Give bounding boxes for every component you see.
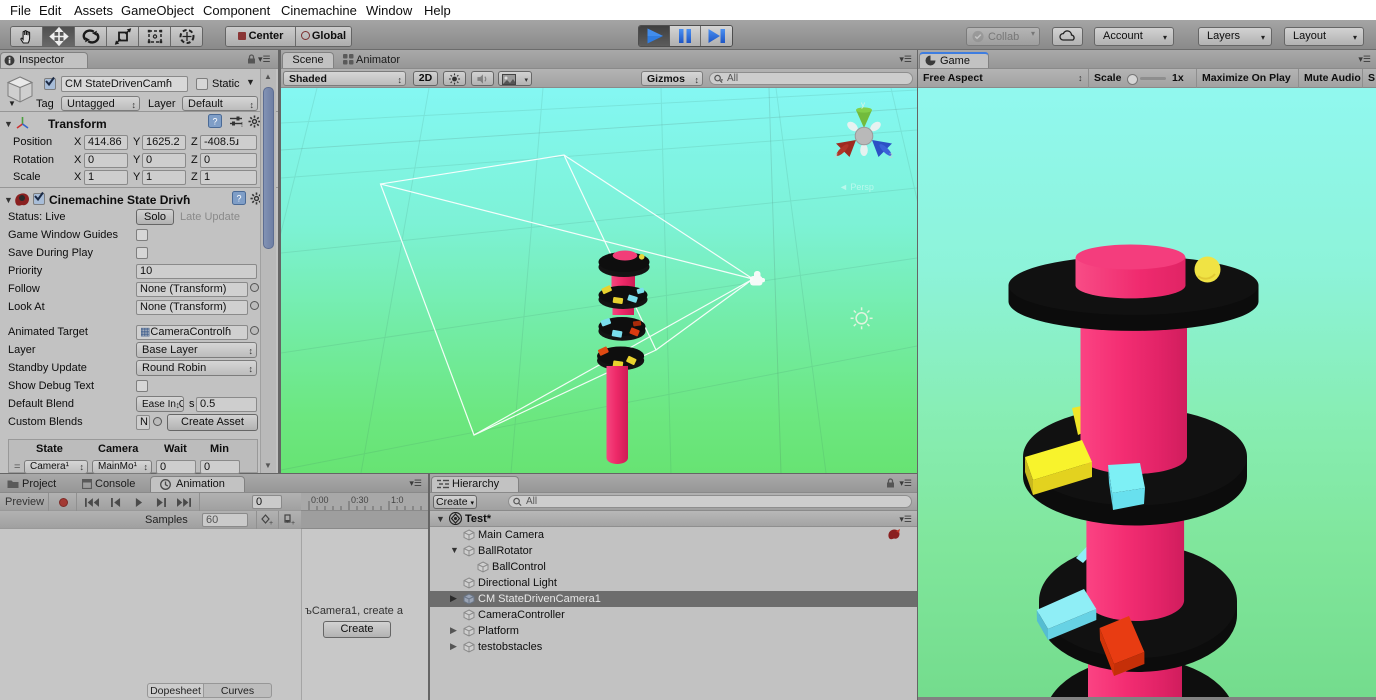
svg-text:◄ Persp: ◄ Persp: [839, 182, 874, 192]
svg-text:?: ?: [236, 194, 241, 204]
svg-text:y: y: [861, 100, 865, 109]
svg-text:▾: ▾: [721, 77, 724, 82]
svg-text:z: z: [889, 151, 893, 160]
svg-text:+: +: [269, 520, 273, 526]
svg-text:!: !: [241, 122, 243, 128]
svg-text:?: ?: [212, 117, 217, 127]
svg-text:+: +: [291, 520, 295, 526]
svg-text:x: x: [834, 151, 838, 160]
